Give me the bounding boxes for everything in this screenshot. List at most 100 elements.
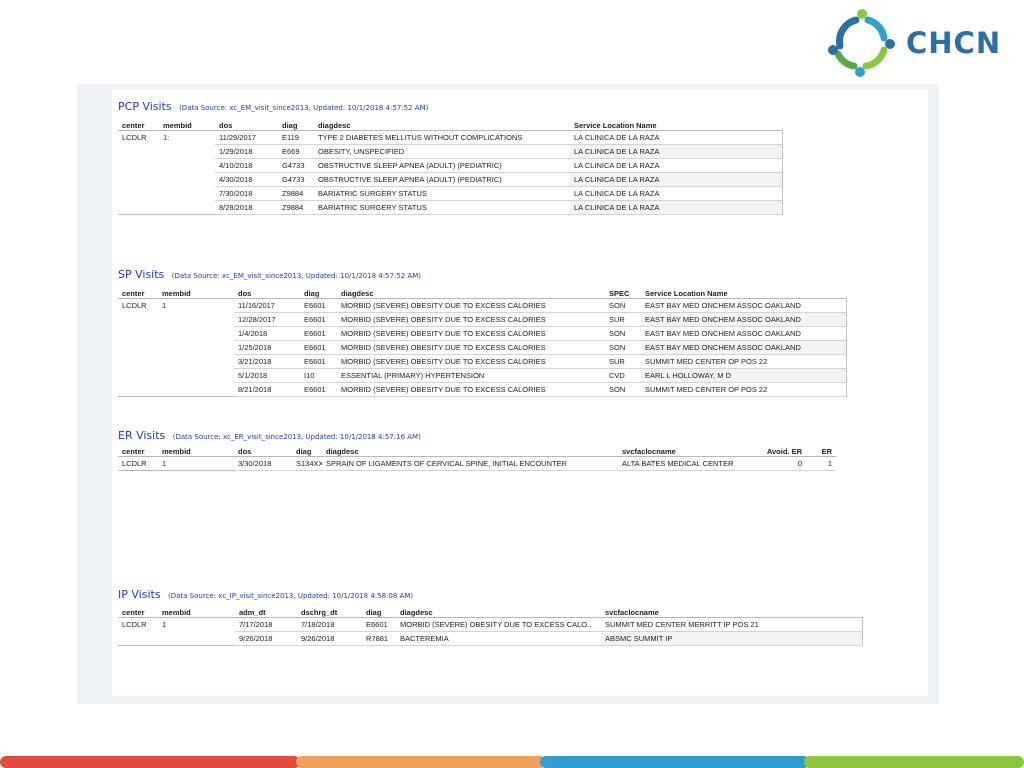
cell-loc: EAST BAY MED ONCHEM ASSOC OAKLAND — [641, 312, 847, 327]
er-col-dos: dos — [234, 446, 292, 457]
er-col-center: center — [118, 446, 158, 457]
er-center: LCDLR — [118, 456, 158, 471]
cell-loc: SUMMIT MED CENTER OP POS 22 — [641, 382, 847, 397]
cell-diag: E6601 — [300, 382, 337, 397]
footer-bar-orange — [296, 756, 546, 768]
cell-diagdesc: OBESITY, UNSPECIFIED — [314, 144, 570, 159]
pcp-title: PCP Visits — [118, 100, 172, 113]
cell-spec: SUR — [605, 354, 641, 369]
cell-spec: SON — [605, 326, 641, 341]
ip-table: center membid adm_dt dschrg_dt diag diag… — [118, 607, 863, 646]
sp-col-dos: dos — [234, 288, 300, 299]
pcp-col-membid: membid — [159, 120, 215, 131]
ip-col-center: center — [118, 607, 158, 618]
cell-fac: SUMMIT MED CENTER MERRITT IP POS 21 — [601, 617, 863, 632]
table-row: LCDLR 1 7/17/2018 7/18/2018 E6601 MORBID… — [118, 617, 863, 632]
cell-diagdesc: BARIATRIC SURGERY STATUS — [314, 200, 570, 215]
cell-dos: 1/29/2018 — [215, 144, 278, 159]
er-header-row: center membid dos diag diagdesc svcfaclo… — [118, 446, 836, 457]
pcp-section-header: PCP Visits (Data Source: xc_EM_visit_sin… — [118, 97, 428, 115]
ip-center: LCDLR — [122, 620, 147, 630]
cell-diag: E6601 — [300, 298, 337, 313]
cell-diagdesc: TYPE 2 DIABETES MELLITUS WITHOUT COMPLIC… — [314, 130, 570, 145]
sp-col-diagdesc: diagdesc — [337, 288, 605, 299]
pcp-membid: 1: — [163, 133, 170, 143]
table-row: 1/4/2018 E6601 MORBID (SEVERE) OBESITY D… — [118, 326, 847, 341]
ip-col-adm: adm_dt — [235, 607, 297, 618]
cell-dos: 5/1/2018 — [234, 368, 300, 383]
cell-dschrg: 9/26/2018 — [297, 631, 362, 646]
pcp-table: center membid dos diag diagdesc Service … — [118, 120, 783, 215]
er-col-membid: membid — [158, 446, 234, 457]
cell-diag: Z9884 — [278, 200, 314, 215]
report-panel: PCP Visits (Data Source: xc_EM_visit_sin… — [77, 84, 939, 704]
cell-spec: SON — [605, 382, 641, 397]
table-row: 4/30/2018 G4733 OBSTRUCTIVE SLEEP APNEA … — [118, 172, 783, 187]
cell-diag: E6601 — [300, 326, 337, 341]
cell-diagdesc: MORBID (SEVERE) OBESITY DUE TO EXCESS CA… — [337, 382, 605, 397]
cell-dos: 1/25/2018 — [234, 340, 300, 355]
table-row: 8/21/2018 E6601 MORBID (SEVERE) OBESITY … — [118, 382, 847, 397]
er-title: ER Visits — [118, 429, 166, 442]
report-content: PCP Visits (Data Source: xc_EM_visit_sin… — [112, 90, 928, 696]
cell-diagdesc: SPRAIN OF LIGAMENTS OF CERVICAL SPINE, I… — [322, 456, 618, 471]
table-row: 12/28/2017 E6601 MORBID (SEVERE) OBESITY… — [118, 312, 847, 327]
table-row: 9/26/2018 9/26/2018 R7881 BACTEREMIA ABS… — [118, 631, 863, 646]
table-row: 1/29/2018 E669 OBESITY, UNSPECIFIED LA C… — [118, 144, 783, 159]
cell-dos: 11/29/2017 — [215, 130, 278, 145]
sp-center: LCDLR — [122, 301, 147, 311]
cell-fac: ABSMC SUMMIT IP — [601, 631, 863, 646]
sp-col-center: center — [118, 288, 158, 299]
cell-adm: 9/26/2018 — [235, 631, 297, 646]
cell-avoid: 0 — [746, 456, 806, 471]
cell-dos: 4/30/2018 — [215, 172, 278, 187]
cell-dos: 8/21/2018 — [234, 382, 300, 397]
cell-diagdesc: MORBID (SEVERE) OBESITY DUE TO EXCESS CA… — [337, 326, 605, 341]
cell-diagdesc: BARIATRIC SURGERY STATUS — [314, 186, 570, 201]
sp-col-loc: Service Location Name — [641, 288, 846, 299]
cell-loc: EARL L HOLLOWAY, M D — [641, 368, 847, 383]
ip-col-membid: membid — [158, 607, 235, 618]
pcp-source: (Data Source: xc_EM_visit_since2013, Upd… — [179, 104, 429, 112]
chcn-logo-icon — [828, 9, 895, 77]
er-col-diagdesc: diagdesc — [322, 446, 618, 457]
sp-title: SP Visits — [118, 268, 165, 281]
cell-dos: 12/28/2017 — [234, 312, 300, 327]
footer-color-bar — [0, 756, 1024, 768]
er-membid: 1 — [158, 456, 234, 471]
cell-loc: SUMMIT MED CENTER OP POS 22 — [641, 354, 847, 369]
ip-col-dschrg: dschrg_dt — [297, 607, 362, 618]
ip-col-diag: diag — [362, 607, 396, 618]
ip-section-header: IP Visits (Data Source: xc_IP_visit_sinc… — [118, 585, 413, 603]
pcp-col-dos: dos — [215, 120, 278, 131]
ip-col-fac: svcfaclocname — [601, 607, 862, 618]
table-row: 3/21/2018 E6601 MORBID (SEVERE) OBESITY … — [118, 354, 847, 369]
cell-diag: E6601 — [362, 617, 396, 632]
table-row: 5/1/2018 I10 ESSENTIAL (PRIMARY) HYPERTE… — [118, 368, 847, 383]
cell-diagdesc: MORBID (SEVERE) OBESITY DUE TO EXCESS CA… — [337, 354, 605, 369]
er-table: center membid dos diag diagdesc svcfaclo… — [118, 446, 836, 471]
pcp-col-center: center — [118, 120, 159, 131]
table-row: 8/28/2018 Z9884 BARIATRIC SURGERY STATUS… — [118, 200, 783, 215]
cell-loc: EAST BAY MED ONCHEM ASSOC OAKLAND — [641, 326, 847, 341]
cell-diagdesc: OBSTRUCTIVE SLEEP APNEA (ADULT) (PEDIATR… — [314, 158, 570, 173]
er-col-fac: svcfaclocname — [618, 446, 746, 457]
cell-dos: 8/28/2018 — [215, 200, 278, 215]
cell-diagdesc: OBSTRUCTIVE SLEEP APNEA (ADULT) (PEDIATR… — [314, 172, 570, 187]
cell-spec: SON — [605, 298, 641, 313]
cell-diag: E6601 — [300, 354, 337, 369]
table-row: LCDLR 1 3/30/2018 S134XX.. SPRAIN OF LIG… — [118, 456, 836, 471]
cell-diag: E669 — [278, 144, 314, 159]
table-row: 7/30/2018 Z9884 BARIATRIC SURGERY STATUS… — [118, 186, 783, 201]
sp-header-row: center membid dos diag diagdesc SPEC Ser… — [118, 288, 846, 299]
cell-dos: 3/21/2018 — [234, 354, 300, 369]
cell-dos: 7/30/2018 — [215, 186, 278, 201]
sp-col-membid: membid — [158, 288, 234, 299]
cell-adm: 7/17/2018 — [235, 617, 297, 632]
table-row: LCDLR 1 11/16/2017 E6601 MORBID (SEVERE)… — [118, 298, 847, 313]
footer-bar-blue — [540, 756, 810, 768]
pcp-center: LCDLR — [122, 133, 147, 143]
logo-text: CHCN — [906, 26, 1002, 60]
cell-fac: ALTA BATES MEDICAL CENTER — [618, 456, 746, 471]
ip-col-diagdesc: diagdesc — [396, 607, 601, 618]
